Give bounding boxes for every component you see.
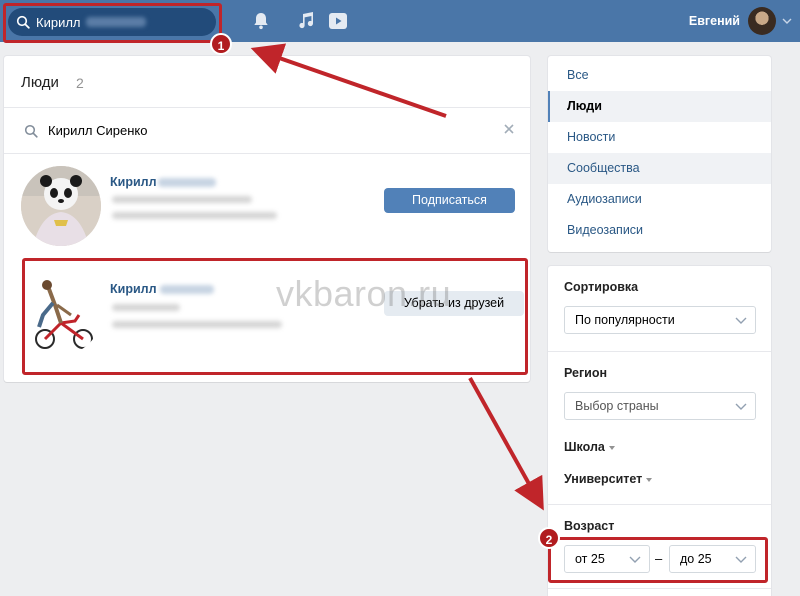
annotation-badge-1: 1 [210, 33, 232, 55]
annotation-badge-2: 2 [538, 527, 560, 549]
annotation-arrow-2 [468, 377, 544, 511]
annotation-arrow-1 [250, 43, 447, 118]
annotation-arrows [250, 43, 544, 511]
